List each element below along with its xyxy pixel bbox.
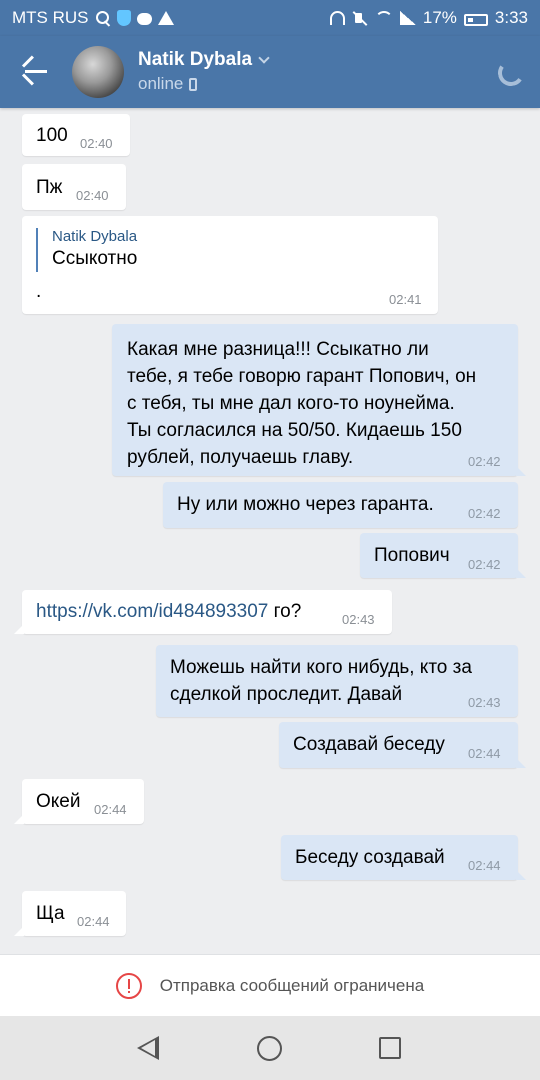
nav-back-icon[interactable] — [137, 1036, 159, 1060]
message-time: 02:44 — [468, 858, 501, 873]
message-time: 02:44 — [77, 914, 110, 929]
message-time: 02:42 — [468, 506, 501, 521]
headset-icon — [329, 11, 345, 25]
message-time: 02:40 — [76, 188, 109, 203]
message-bubble-forwarded[interactable]: Natik Dybala Ссыкотно . 02:41 — [22, 216, 438, 314]
message-bubble[interactable]: Ну или можно через гаранта. 02:42 — [163, 482, 518, 528]
contact-name[interactable]: Natik Dybala — [138, 49, 270, 71]
message-text-line: Ты согласился на 50/50. Кидаешь 150 — [127, 420, 462, 441]
message-text-line: с тебя, ты мне дал кого-то ноунейма. — [127, 393, 455, 414]
nav-home-icon[interactable] — [257, 1036, 282, 1061]
message-text-line: Какая мне разница!!! Ссыкатно ли — [127, 339, 429, 360]
alert-circle-icon — [115, 972, 142, 999]
chevron-down-icon — [258, 52, 270, 64]
mobile-icon — [189, 77, 198, 91]
message-bubble[interactable]: 100 02:40 — [22, 114, 130, 156]
wifi-icon — [374, 11, 393, 25]
contact-status: online — [138, 74, 198, 94]
message-bubble[interactable]: https://vk.com/id484893307 го? 02:43 — [14, 590, 392, 634]
system-nav-bar — [0, 1016, 540, 1080]
message-text: Создавай беседу — [293, 734, 445, 755]
message-text: го? — [268, 601, 302, 622]
mute-icon — [352, 10, 368, 26]
message-bubble[interactable]: Какая мне разница!!! Ссыкатно ли тебе, я… — [112, 324, 526, 476]
back-arrow-icon[interactable] — [18, 55, 54, 88]
avatar[interactable] — [72, 46, 124, 98]
online-status-label: online — [138, 74, 184, 93]
forward-author[interactable]: Natik Dybala — [52, 228, 137, 245]
message-text-line: сделкой проследит. Давай — [170, 684, 403, 705]
message-time: 02:43 — [468, 695, 501, 710]
message-time: 02:40 — [80, 136, 113, 151]
forward-text: Ссыкотно — [52, 248, 138, 269]
shield-icon — [116, 10, 131, 26]
message-text: Пж — [36, 177, 63, 198]
message-bubble[interactable]: Можешь найти кого нибудь, кто за сделкой… — [156, 645, 518, 717]
clock: 3:33 — [494, 8, 528, 27]
message-text: Окей — [36, 791, 81, 812]
warning-icon — [157, 11, 174, 25]
message-time: 02:41 — [389, 292, 422, 307]
message-bubble[interactable]: Пж 02:40 — [22, 164, 126, 210]
message-time: 02:44 — [468, 746, 501, 761]
restriction-text: Отправка сообщений ограничена — [159, 975, 425, 995]
forward-bar — [36, 228, 38, 272]
message-text: . — [36, 281, 42, 302]
message-bubble[interactable]: Ща 02:44 — [14, 891, 126, 936]
phone-call-icon[interactable] — [496, 58, 522, 84]
message-bubble[interactable]: Беседу создавай 02:44 — [281, 835, 526, 880]
search-icon — [95, 10, 111, 26]
nav-recent-icon[interactable] — [379, 1037, 401, 1059]
message-text-line: Можешь найти кого нибудь, кто за — [170, 657, 472, 678]
status-bar: MTS RUS 17% 3:33 — [0, 0, 540, 36]
battery-icon — [463, 14, 488, 26]
chat-header: Natik Dybala online — [0, 36, 540, 108]
message-text: Ща — [36, 903, 65, 924]
battery-percent: 17% — [422, 8, 457, 27]
message-text: 100 — [36, 125, 68, 146]
signal-icon — [399, 11, 416, 25]
profile-link[interactable]: https://vk.com/id484893307 — [36, 601, 268, 622]
message-text-line: рублей, получаешь главу. — [127, 447, 354, 468]
message-time: 02:42 — [468, 454, 501, 469]
message-time: 02:42 — [468, 557, 501, 572]
contact-name-label: Natik Dybala — [138, 49, 253, 70]
message-text-line: тебе, я тебе говорю гарант Попович, он — [127, 366, 477, 387]
message-bubble[interactable]: Попович 02:42 — [360, 533, 526, 578]
carrier-label: MTS RUS — [12, 8, 89, 27]
message-text: Попович — [374, 545, 450, 566]
message-bubble[interactable]: Окей 02:44 — [14, 779, 144, 824]
message-time: 02:44 — [94, 802, 127, 817]
message-bubble[interactable]: Создавай беседу 02:44 — [279, 722, 526, 768]
message-time: 02:43 — [342, 612, 375, 627]
messaging-restricted-banner: Отправка сообщений ограничена — [0, 954, 540, 1016]
message-text: Ну или можно через гаранта. — [177, 494, 434, 515]
message-text: Беседу создавай — [295, 847, 445, 868]
chat-icon — [136, 13, 152, 25]
